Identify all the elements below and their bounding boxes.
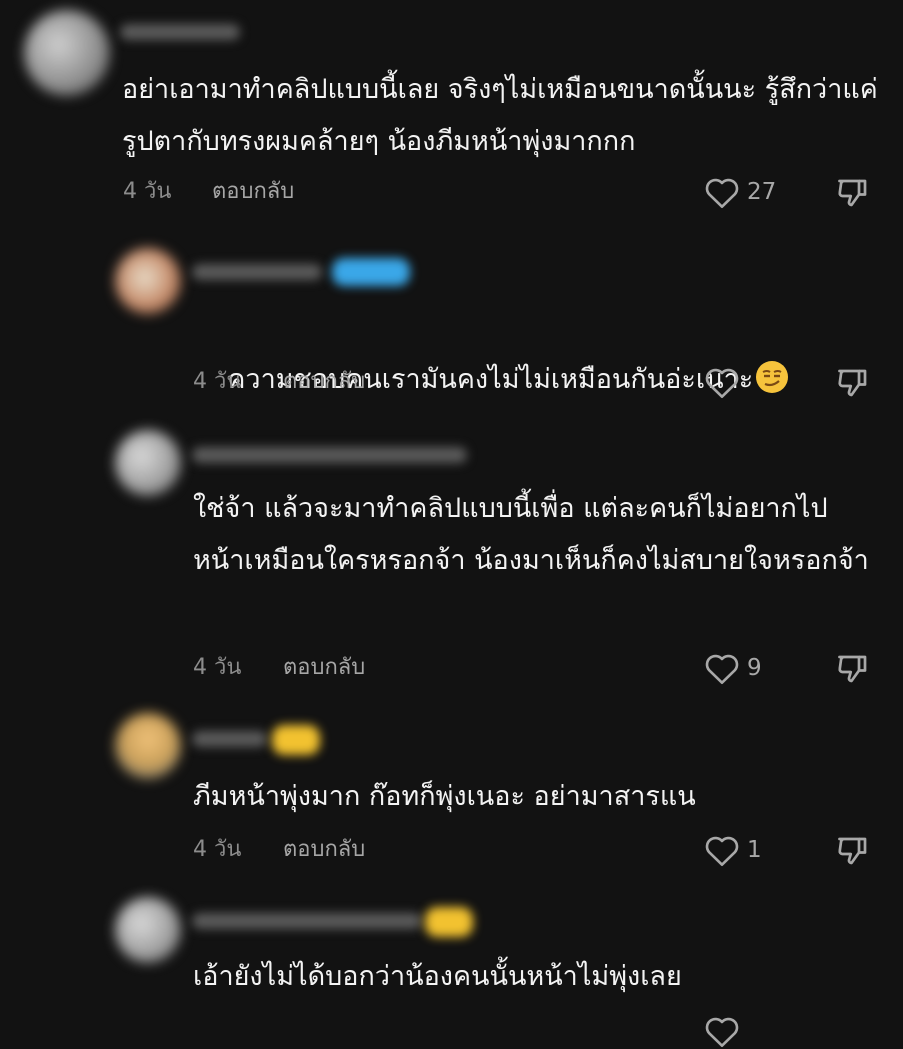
like-button[interactable]: 9 bbox=[703, 650, 762, 686]
avatar[interactable] bbox=[115, 430, 181, 496]
heart-outline-icon bbox=[703, 651, 741, 685]
dislike-button[interactable] bbox=[835, 365, 871, 401]
comment-time: 4 วัน bbox=[193, 655, 242, 680]
dislike-button[interactable] bbox=[835, 833, 871, 869]
reply-button[interactable]: ตอบกลับ bbox=[212, 177, 294, 207]
dislike-button[interactable] bbox=[835, 175, 871, 211]
reply-button[interactable]: ตอบกลับ bbox=[283, 367, 365, 397]
username-blurred[interactable] bbox=[192, 447, 467, 463]
badge-blurred bbox=[425, 907, 473, 937]
thumbs-down-outline-icon bbox=[835, 837, 871, 873]
like-button[interactable] bbox=[703, 1013, 741, 1049]
like-button[interactable]: 1 bbox=[703, 832, 762, 868]
avatar[interactable] bbox=[115, 713, 181, 779]
comment-text: อย่าเอามาทำคลิปแบบนี้เลย จริงๆไม่เหมือนข… bbox=[122, 74, 878, 157]
avatar[interactable] bbox=[115, 897, 181, 963]
thumbs-down-outline-icon bbox=[835, 369, 871, 405]
heart-outline-icon bbox=[703, 175, 741, 209]
smirking-face-emoji bbox=[755, 360, 789, 394]
verified-badge-blurred bbox=[332, 258, 410, 286]
like-count: 9 bbox=[747, 655, 762, 681]
username-blurred[interactable] bbox=[192, 913, 422, 929]
comment-3: ใช่จ้า แล้วจะมาทำคลิปแบบนี้เพื่อ แต่ละคน… bbox=[0, 425, 903, 705]
thumbs-down-outline-icon bbox=[835, 655, 871, 691]
comment-text: เอ้ายังไม่ได้บอกว่าน้องคนนั้นหน้าไม่พุ่ง… bbox=[193, 961, 682, 992]
like-button[interactable]: 27 bbox=[703, 174, 776, 210]
like-count: 1 bbox=[747, 837, 762, 863]
like-button[interactable] bbox=[703, 364, 747, 400]
like-count: 27 bbox=[747, 179, 777, 205]
reply-button[interactable]: ตอบกลับ bbox=[283, 653, 365, 683]
badge-blurred bbox=[272, 725, 320, 755]
avatar[interactable] bbox=[24, 10, 110, 96]
username-blurred[interactable] bbox=[192, 731, 267, 747]
comment-text: ภีมหน้าพุ่งมาก ก๊อทก็พุ่งเนอะ อย่ามาสารแ… bbox=[193, 781, 696, 812]
avatar[interactable] bbox=[115, 248, 181, 314]
username-blurred[interactable] bbox=[120, 24, 240, 40]
username-blurred[interactable] bbox=[192, 264, 322, 280]
thumbs-down-outline-icon bbox=[835, 179, 871, 215]
comment-time: 4 วัน bbox=[193, 837, 242, 862]
heart-outline-icon bbox=[703, 833, 741, 867]
reply-button[interactable]: ตอบกลับ bbox=[283, 835, 365, 865]
dislike-button[interactable] bbox=[835, 651, 871, 687]
comment-4: ภีมหน้าพุ่งมาก ก๊อทก็พุ่งเนอะ อย่ามาสารแ… bbox=[0, 705, 903, 875]
heart-outline-icon bbox=[703, 365, 741, 399]
comment-1: อย่าเอามาทำคลิปแบบนี้เลย จริงๆไม่เหมือนข… bbox=[0, 0, 903, 220]
comment-time: 4 วัน bbox=[193, 369, 242, 394]
comment-2: ความชอบคนเรามันคงไม่ไม่เหมือนกันอ่ะเนาะ … bbox=[0, 240, 903, 410]
heart-outline-icon bbox=[703, 1014, 741, 1048]
comment-text: ใช่จ้า แล้วจะมาทำคลิปแบบนี้เพื่อ แต่ละคน… bbox=[193, 493, 869, 576]
comment-5: เอ้ายังไม่ได้บอกว่าน้องคนนั้นหน้าไม่พุ่ง… bbox=[0, 885, 903, 1047]
comment-time: 4 วัน bbox=[123, 179, 172, 204]
